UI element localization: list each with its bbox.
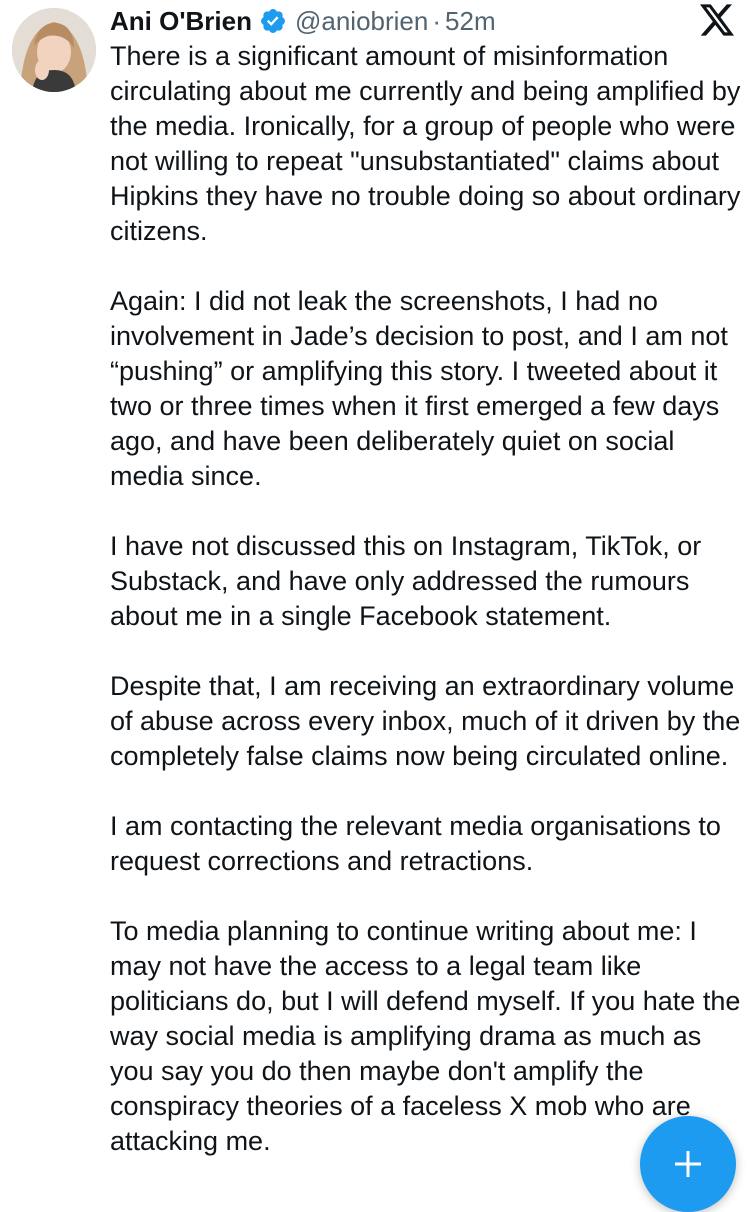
tweet-paragraph: There is a significant amount of misinfo…: [110, 41, 741, 246]
tweet-paragraph: To media planning to continue writing ab…: [110, 916, 741, 1156]
avatar-image: [12, 8, 96, 92]
tweet-header: Ani O'Brien @aniobrien · 52m: [110, 4, 496, 38]
tweet-paragraph: Despite that, I am receiving an extraord…: [110, 671, 741, 771]
tweet-timestamp[interactable]: 52m: [445, 4, 496, 38]
header-separator: ·: [432, 6, 442, 36]
x-logo-icon: [700, 4, 734, 36]
plus-icon: [675, 1151, 701, 1177]
tweet-paragraph: I am contacting the relevant media organ…: [110, 811, 721, 876]
author-handle[interactable]: @aniobrien: [295, 4, 428, 38]
tweet-paragraph: Again: I did not leak the screenshots, I…: [110, 286, 728, 491]
tweet-paragraph: I have not discussed this on Instagram, …: [110, 531, 702, 631]
compose-button[interactable]: [640, 1116, 736, 1212]
tweet-text: There is a significant amount of misinfo…: [110, 39, 746, 1159]
author-name[interactable]: Ani O'Brien: [110, 4, 252, 38]
verified-badge-icon[interactable]: [259, 7, 287, 35]
author-avatar[interactable]: [12, 8, 96, 92]
